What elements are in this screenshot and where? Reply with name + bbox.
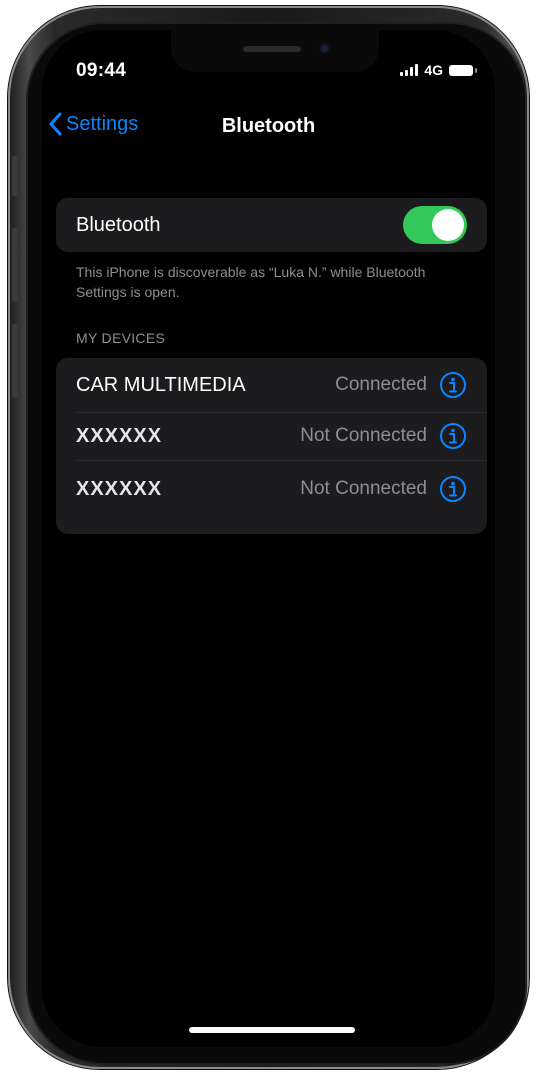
- volume-down-button: [12, 324, 18, 398]
- my-devices-group: CAR MULTIMEDIA Connected XXXXXX Not Conn…: [56, 358, 487, 534]
- bluetooth-row: Bluetooth: [56, 198, 487, 252]
- earpiece-speaker: [243, 46, 301, 52]
- page-title: Bluetooth: [221, 115, 316, 137]
- bluetooth-toggle-group: Bluetooth: [56, 198, 487, 252]
- device-name: XXXXXX: [76, 424, 163, 447]
- volume-up-button: [12, 228, 18, 302]
- signal-icon: [400, 64, 419, 76]
- device-row[interactable]: XXXXXX Not Connected: [56, 460, 487, 518]
- device-status: Connected: [335, 374, 427, 395]
- info-icon[interactable]: [439, 371, 467, 399]
- network-type: 4G: [424, 62, 443, 78]
- notch: [171, 30, 379, 72]
- bluetooth-label: Bluetooth: [76, 213, 161, 236]
- device-name: CAR MULTIMEDIA: [76, 373, 246, 396]
- info-icon[interactable]: [439, 475, 467, 503]
- screen: 09:44 4G Settings Bluetooth Bluetooth Th…: [42, 30, 495, 1047]
- home-indicator[interactable]: [189, 1027, 355, 1033]
- my-devices-header: MY DEVICES: [76, 330, 166, 346]
- group-padding: [56, 518, 487, 534]
- status-time: 09:44: [76, 60, 127, 81]
- device-row[interactable]: XXXXXX Not Connected: [56, 412, 487, 460]
- device-name: XXXXXX: [76, 477, 163, 500]
- status-indicators: 4G: [400, 62, 477, 78]
- bluetooth-toggle[interactable]: [403, 206, 467, 244]
- info-icon[interactable]: [439, 422, 467, 450]
- device-status: Not Connected: [300, 478, 427, 499]
- front-camera-icon: [319, 43, 330, 54]
- battery-icon: [449, 64, 477, 76]
- discoverable-note: This iPhone is discoverable as “Luka N.”…: [76, 264, 426, 300]
- device-status: Not Connected: [300, 425, 427, 446]
- device-row[interactable]: CAR MULTIMEDIA Connected: [56, 358, 487, 412]
- toggle-knob: [432, 209, 464, 241]
- silent-switch: [12, 156, 18, 196]
